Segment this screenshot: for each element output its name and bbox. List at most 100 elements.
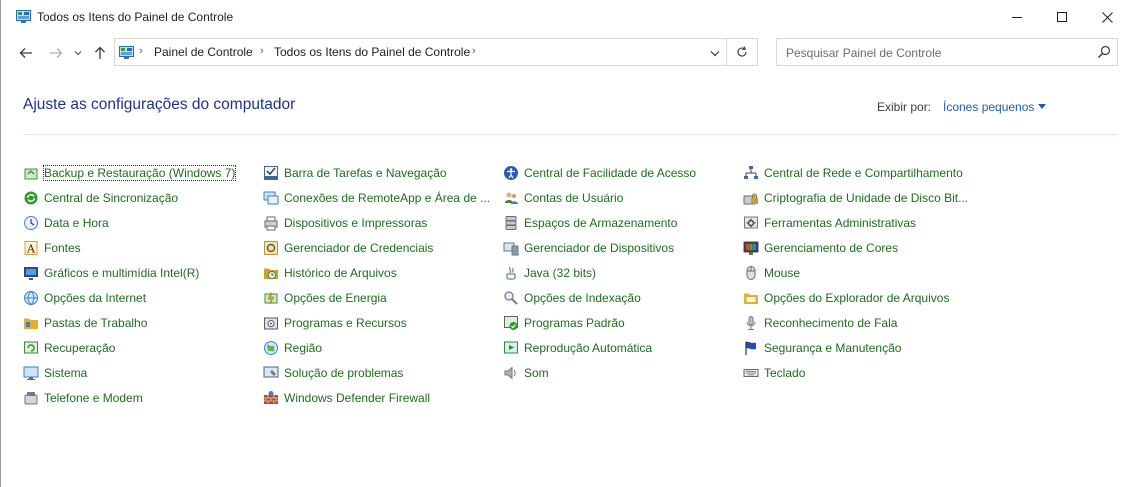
forward-button[interactable] (47, 44, 65, 62)
chevron-down-icon (710, 50, 720, 56)
header-divider (23, 134, 1118, 135)
control-panel-item[interactable]: Pastas de Trabalho (23, 312, 147, 334)
remote-icon (263, 191, 279, 205)
control-panel-item-label: Mouse (764, 266, 801, 280)
search-box[interactable]: Pesquisar Painel de Controle (776, 38, 1118, 66)
view-by-label: Exibir por: (877, 100, 932, 114)
control-panel-item[interactable]: Recuperação (23, 337, 115, 359)
minimize-button[interactable] (994, 0, 1040, 34)
address-bar[interactable]: › Painel de Controle › Todos os Itens do… (114, 38, 758, 66)
back-button[interactable] (17, 44, 35, 62)
view-by-caret-icon[interactable] (1038, 104, 1046, 109)
breadcrumb-separator-icon: › (260, 45, 264, 57)
control-panel-item[interactable]: Opções de Energia (263, 287, 387, 309)
up-button[interactable] (91, 44, 109, 62)
control-panel-item[interactable]: Java (32 bits) (503, 262, 596, 284)
admin-tools-icon (744, 216, 758, 229)
control-panel-item[interactable]: Data e Hora (23, 212, 109, 234)
control-panel-item[interactable]: Histórico de Arquivos (263, 262, 397, 284)
control-panel-item[interactable]: A Fontes (23, 237, 81, 259)
maximize-button[interactable] (1039, 0, 1085, 34)
breadcrumb-all-items[interactable]: Todos os Itens do Painel de Controle (274, 45, 470, 59)
control-panel-item[interactable]: Opções de Indexação (503, 287, 641, 309)
control-panel-item[interactable]: Barra de Tarefas e Navegação (263, 162, 447, 184)
search-icon[interactable] (1097, 45, 1111, 59)
control-panel-item[interactable]: Dispositivos e Impressoras (263, 212, 427, 234)
arrow-up-icon (95, 46, 105, 59)
control-panel-icon (119, 46, 134, 59)
close-button[interactable] (1084, 0, 1130, 34)
address-history-button[interactable] (707, 45, 723, 61)
history-icon (264, 268, 278, 279)
refresh-button[interactable] (726, 39, 757, 65)
control-panel-item-label: Conexões de RemoteApp e Área de ... (284, 191, 491, 205)
control-panel-item-label: Opções da Internet (44, 291, 147, 305)
control-panel-item[interactable]: Solução de problemas (263, 362, 403, 384)
control-panel-item[interactable]: Teclado (743, 362, 805, 384)
control-panel-item[interactable]: Gráficos e multimídia Intel(R) (23, 262, 199, 284)
control-panel-item[interactable]: Central de Facilidade de Acesso (503, 162, 696, 184)
navigation-bar: › Painel de Controle › Todos os Itens do… (1, 36, 1130, 70)
control-panel-item-label: Backup e Restauração (Windows 7) (42, 165, 237, 181)
control-panel-item[interactable]: Reconhecimento de Fala (743, 312, 897, 334)
control-panel-item[interactable]: Segurança e Manutenção (743, 337, 901, 359)
speaker-icon (504, 366, 516, 380)
control-panel-item[interactable]: Mouse (743, 262, 800, 284)
search-input[interactable]: Pesquisar Painel de Controle (786, 46, 941, 60)
window-border (0, 0, 1, 487)
region-icon (264, 341, 278, 355)
control-panel-item-label: Opções de Energia (284, 291, 387, 305)
sync-icon (24, 191, 38, 205)
control-panel-item[interactable]: Som (503, 362, 549, 384)
control-panel-item[interactable]: Opções da Internet (23, 287, 146, 309)
breadcrumb-control-panel[interactable]: Painel de Controle (154, 45, 253, 59)
breadcrumb-separator-icon[interactable]: › (472, 45, 476, 57)
device-manager-icon (503, 242, 519, 256)
control-panel-item[interactable]: Central de Rede e Compartilhamento (743, 162, 963, 184)
control-panel-item[interactable]: Telefone e Modem (23, 387, 143, 409)
control-panel-item[interactable]: Região (263, 337, 322, 359)
folder-options-icon (744, 293, 758, 304)
view-by-dropdown[interactable]: Ícones pequenos (943, 100, 1034, 114)
control-panel-item[interactable]: Backup e Restauração (Windows 7) (23, 162, 237, 184)
control-panel-item[interactable]: Gerenciador de Dispositivos (503, 237, 674, 259)
control-panel-item[interactable]: Gerenciador de Credenciais (263, 237, 433, 259)
control-panel-item[interactable]: Criptografia de Unidade de Disco Bit... (743, 187, 968, 209)
recent-locations-button[interactable] (71, 44, 85, 62)
control-panel-item[interactable]: Opções do Explorador de Arquivos (743, 287, 949, 309)
control-panel-item-label: Gerenciador de Credenciais (284, 241, 434, 255)
control-panel-item[interactable]: Central de Sincronização (23, 187, 178, 209)
control-panel-item[interactable]: Programas e Recursos (263, 312, 407, 334)
control-panel-item[interactable]: Reprodução Automática (503, 337, 652, 359)
keyboard-icon (743, 369, 759, 377)
control-panel-item[interactable]: Contas de Usuário (503, 187, 623, 209)
backup-icon (24, 168, 38, 180)
firewall-icon (264, 391, 278, 404)
control-panel-item-label: Teclado (764, 366, 806, 380)
phone-icon (24, 392, 38, 405)
arrow-right-icon (50, 48, 63, 58)
monitor-icon (23, 366, 39, 380)
control-panel-item[interactable]: Programas Padrão (503, 312, 625, 334)
java-icon (506, 266, 516, 280)
accessibility-icon (504, 166, 518, 180)
control-panel-item[interactable]: Ferramentas Administrativas (743, 212, 916, 234)
control-panel-item-label: Região (284, 341, 323, 355)
control-panel-item-label: Dispositivos e Impressoras (284, 216, 428, 230)
control-panel-item[interactable]: Conexões de RemoteApp e Área de ... (263, 187, 490, 209)
control-panel-item-label: Programas e Recursos (284, 316, 407, 330)
control-panel-item[interactable]: Sistema (23, 362, 87, 384)
maximize-icon (1057, 12, 1067, 22)
control-panel-item[interactable]: Windows Defender Firewall (263, 387, 430, 409)
control-panel-item[interactable]: Espaços de Armazenamento (503, 212, 677, 234)
control-panel-item-label: Criptografia de Unidade de Disco Bit... (764, 191, 969, 205)
control-panel-item-label: Telefone e Modem (44, 391, 143, 405)
flag-icon (745, 341, 756, 355)
control-panel-item-label: Fontes (44, 241, 81, 255)
control-panel-item-label: Histórico de Arquivos (284, 266, 397, 280)
autoplay-icon (504, 341, 518, 354)
control-panel-icon (16, 10, 31, 23)
svg-text:A: A (26, 243, 36, 256)
printer-icon (264, 216, 278, 231)
control-panel-item[interactable]: Gerenciamento de Cores (743, 237, 898, 259)
